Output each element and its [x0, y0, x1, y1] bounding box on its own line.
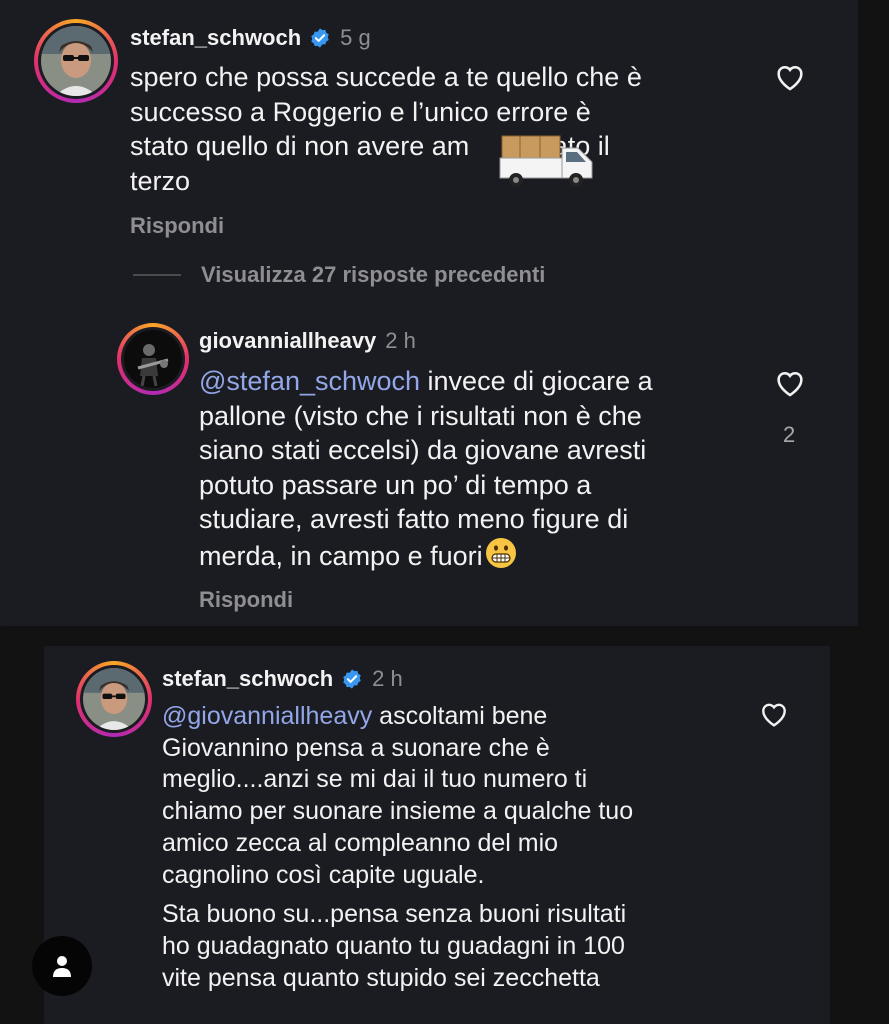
reply1-text: @stefan_schwoch invece di giocare a pall…	[199, 366, 653, 571]
reply-button[interactable]: Rispondi	[199, 587, 293, 613]
reply2-text: @giovanniallheavy ascoltami bene Giovann…	[162, 702, 634, 992]
profile-icon	[53, 956, 71, 977]
reply2-time: 2 h	[372, 666, 403, 691]
view-previous-label: Visualizza 27 risposte precedenti	[201, 262, 546, 287]
avatar-photo	[124, 330, 182, 388]
divider-line	[133, 274, 181, 276]
profile-button[interactable]	[32, 936, 92, 996]
verified-badge-icon	[311, 28, 329, 48]
comment-time: 5 g	[340, 25, 371, 50]
comment-header: stefan_schwoch 5 g	[130, 25, 371, 51]
reply1-time: 2 h	[385, 328, 416, 353]
comments-screen: stefan_schwoch 5 g spero che possa succe…	[0, 0, 889, 1024]
avatar-photo	[83, 668, 145, 730]
verified-badge-icon	[343, 669, 361, 689]
heart-icon[interactable]	[772, 366, 808, 400]
avatar-photo	[41, 26, 111, 96]
heart-icon[interactable]	[757, 698, 791, 730]
avatar-stefan-schwoch[interactable]	[76, 661, 152, 737]
grimace-emoji-icon	[485, 537, 516, 568]
heart-icon[interactable]	[772, 60, 808, 94]
truck-sticker-icon	[499, 135, 593, 187]
mention-link[interactable]: @stefan_schwoch	[199, 366, 420, 396]
view-previous-replies[interactable]: Visualizza 27 risposte precedenti	[133, 262, 545, 288]
mention-link[interactable]: @giovanniallheavy	[162, 702, 372, 730]
comment-username[interactable]: stefan_schwoch	[130, 25, 301, 51]
reply-button[interactable]: Rispondi	[130, 213, 224, 239]
avatar-giovanniallheavy[interactable]	[117, 323, 189, 395]
reply2-header: stefan_schwoch 2 h	[162, 666, 403, 692]
reply1-username[interactable]: giovanniallheavy	[199, 328, 376, 354]
reply1-like-count: 2	[783, 422, 796, 447]
reply2-username[interactable]: stefan_schwoch	[162, 666, 333, 692]
avatar-stefan-schwoch[interactable]	[34, 19, 118, 103]
reply1-header: giovanniallheavy 2 h	[199, 328, 416, 354]
